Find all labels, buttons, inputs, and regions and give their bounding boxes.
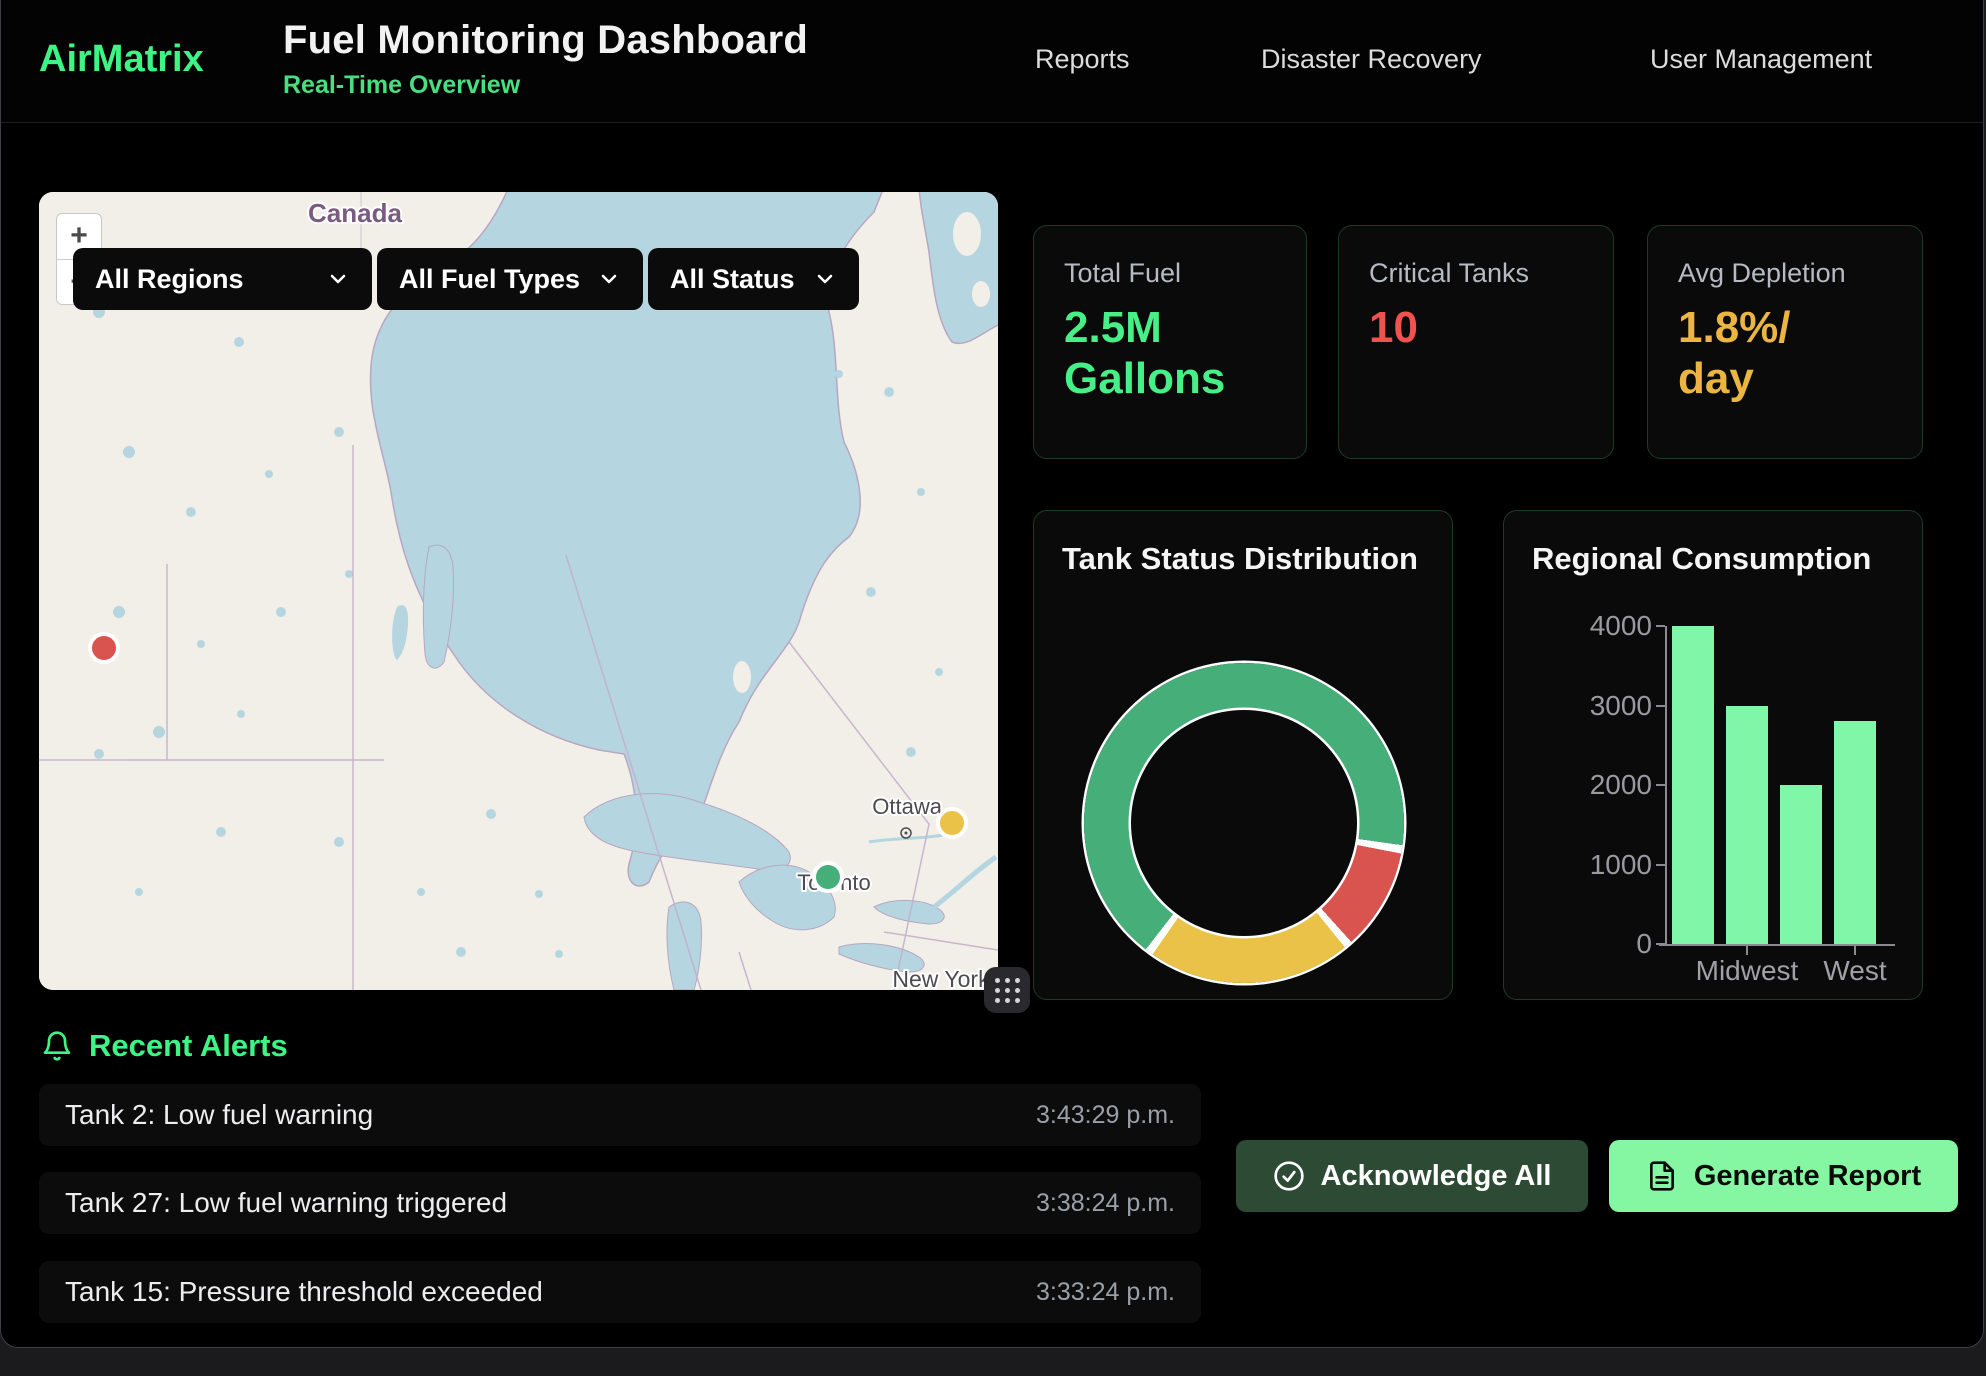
alert-time: 3:43:29 p.m.: [1036, 1101, 1175, 1130]
stat-card-avg-depletion: Avg Depletion 1.8%/day: [1647, 225, 1923, 459]
app-header: AirMatrix Fuel Monitoring Dashboard Real…: [1, 0, 1983, 123]
y-tick-label: 3000: [1512, 690, 1652, 722]
acknowledge-all-button[interactable]: Acknowledge All: [1236, 1140, 1588, 1212]
recent-alerts-heading: Recent Alerts: [41, 1028, 288, 1064]
app-frame: AirMatrix Fuel Monitoring Dashboard Real…: [0, 0, 1984, 1348]
nav-reports[interactable]: Reports: [1035, 44, 1130, 75]
svg-text:New York: New York: [892, 966, 990, 990]
filter-fuel-types-label: All Fuel Types: [399, 264, 580, 295]
regional-consumption-card: Regional Consumption 40003000200010000Mi…: [1503, 510, 1923, 1000]
stat-card-total-fuel: Total Fuel 2.5MGallons: [1033, 225, 1307, 459]
filter-status-dropdown[interactable]: All Status: [648, 248, 859, 310]
alert-row[interactable]: Tank 2: Low fuel warning 3:43:29 p.m.: [39, 1084, 1201, 1146]
stat-value: 1.8%/day: [1678, 303, 1892, 404]
acknowledge-all-label: Acknowledge All: [1321, 1160, 1552, 1193]
x-tick: [1746, 946, 1748, 955]
tank-status-doughnut-chart: [1084, 663, 1404, 983]
bell-icon: [41, 1030, 73, 1062]
nav-user-management[interactable]: User Management: [1650, 44, 1872, 75]
y-tick: [1656, 625, 1665, 627]
filter-regions-dropdown[interactable]: All Regions: [73, 248, 372, 310]
x-axis: [1659, 944, 1895, 946]
page-subtitle: Real-Time Overview: [283, 71, 808, 100]
check-circle-icon: [1273, 1160, 1305, 1192]
y-tick: [1656, 705, 1665, 707]
x-tick: [1854, 946, 1856, 955]
stat-label: Critical Tanks: [1369, 258, 1583, 289]
map-resize-handle[interactable]: [984, 967, 1030, 1013]
x-tick-label: Midwest: [1687, 955, 1807, 987]
stat-value: 10: [1369, 303, 1583, 354]
y-tick: [1656, 784, 1665, 786]
alert-text: Tank 2: Low fuel warning: [65, 1099, 373, 1131]
chart-title: Tank Status Distribution: [1062, 541, 1424, 577]
generate-report-button[interactable]: Generate Report: [1609, 1140, 1958, 1212]
map[interactable]: Canada Ottawa Toronto New York + − All R…: [39, 192, 998, 990]
nav-disaster-recovery[interactable]: Disaster Recovery: [1261, 44, 1482, 75]
document-icon: [1646, 1160, 1678, 1192]
alert-row[interactable]: Tank 27: Low fuel warning triggered 3:38…: [39, 1172, 1201, 1234]
y-tick: [1656, 864, 1665, 866]
title-block: Fuel Monitoring Dashboard Real-Time Over…: [283, 18, 808, 100]
filter-regions-label: All Regions: [95, 264, 244, 295]
map-marker-critical[interactable]: [88, 632, 120, 664]
regional-consumption-bar-chart: 4000 3000 2000 1000 0 MidwestWest: [1504, 511, 1924, 1001]
bar-Midwest: [1726, 706, 1768, 945]
y-tick: [1656, 943, 1665, 945]
filter-status-label: All Status: [670, 264, 795, 295]
alert-time: 3:33:24 p.m.: [1036, 1278, 1175, 1307]
page-title: Fuel Monitoring Dashboard: [283, 18, 808, 63]
generate-report-label: Generate Report: [1694, 1160, 1921, 1193]
filter-fuel-types-dropdown[interactable]: All Fuel Types: [377, 248, 643, 310]
stat-label: Total Fuel: [1064, 258, 1276, 289]
stat-value: 2.5MGallons: [1064, 303, 1276, 404]
stat-card-critical-tanks: Critical Tanks 10: [1338, 225, 1614, 459]
dashboard-screen: AirMatrix Fuel Monitoring Dashboard Real…: [0, 0, 1986, 1376]
tank-status-distribution-card: Tank Status Distribution: [1033, 510, 1453, 1000]
bar-region-1: [1672, 626, 1714, 944]
svg-text:Ottawa: Ottawa: [872, 794, 942, 819]
bar-region-3: [1780, 785, 1822, 944]
chevron-down-icon: [326, 267, 350, 291]
map-marker-normal[interactable]: [812, 861, 844, 893]
chevron-down-icon: [813, 267, 837, 291]
x-tick-label: West: [1795, 955, 1915, 987]
alert-text: Tank 27: Low fuel warning triggered: [65, 1187, 507, 1219]
y-tick-label: 0: [1512, 928, 1652, 960]
svg-text:Canada: Canada: [308, 198, 402, 228]
stat-label: Avg Depletion: [1678, 258, 1892, 289]
alert-time: 3:38:24 p.m.: [1036, 1189, 1175, 1218]
alert-text: Tank 15: Pressure threshold exceeded: [65, 1276, 543, 1308]
map-tiles: Canada Ottawa Toronto New York: [39, 192, 998, 990]
recent-alerts-title: Recent Alerts: [89, 1028, 288, 1064]
y-tick-label: 2000: [1512, 769, 1652, 801]
map-marker-warning[interactable]: [936, 807, 968, 839]
y-axis: [1665, 626, 1667, 946]
bar-West: [1834, 721, 1876, 944]
alert-row[interactable]: Tank 15: Pressure threshold exceeded 3:3…: [39, 1261, 1201, 1323]
chevron-down-icon: [597, 267, 621, 291]
y-tick-label: 1000: [1512, 849, 1652, 881]
app-logo: AirMatrix: [39, 38, 204, 81]
y-tick-label: 4000: [1512, 610, 1652, 642]
